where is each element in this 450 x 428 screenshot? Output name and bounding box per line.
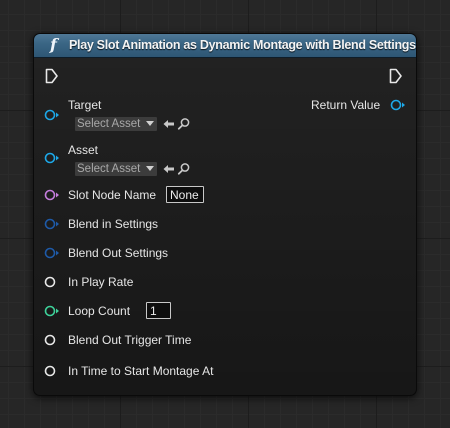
target-pin-label: Target [68, 98, 102, 112]
browse-search-icon[interactable] [177, 162, 191, 176]
use-selected-arrow-icon[interactable] [162, 117, 176, 131]
loop-count-field[interactable]: 1 [146, 302, 171, 319]
node-header[interactable]: f Play Slot Animation as Dynamic Montage… [34, 34, 416, 58]
asset-pin-label: Asset [68, 143, 99, 157]
slot-node-name-field[interactable]: None [166, 186, 204, 203]
loop-count-pin-label: Loop Count [68, 304, 131, 318]
in-time-to-start-montage-at-pin-icon[interactable] [44, 364, 60, 378]
loop-count-pin-icon[interactable] [44, 304, 60, 318]
blueprint-function-node[interactable]: f Play Slot Animation as Dynamic Montage… [33, 33, 417, 396]
return-value-pin-label: Return Value [311, 98, 381, 112]
blend-out-trigger-time-pin-label: Blend Out Trigger Time [68, 333, 192, 347]
target-asset-select[interactable]: Select Asset [75, 117, 157, 131]
exec-out-pin-icon[interactable] [389, 68, 403, 84]
asset-asset-select[interactable]: Select Asset [75, 162, 157, 176]
function-icon: f [50, 35, 57, 54]
target-pin-icon[interactable] [44, 108, 60, 122]
exec-in-pin-icon[interactable] [45, 68, 59, 84]
return-value-pin-icon[interactable] [390, 98, 406, 112]
blend-out-settings-pin-label: Blend Out Settings [68, 246, 169, 260]
in-play-rate-pin-icon[interactable] [44, 275, 60, 289]
browse-search-icon[interactable] [177, 117, 191, 131]
slot-node-name-pin-label: Slot Node Name [68, 188, 157, 202]
blend-in-settings-pin-label: Blend in Settings [68, 217, 159, 231]
blend-in-settings-pin-icon[interactable] [44, 217, 60, 231]
chevron-down-icon [146, 166, 154, 171]
blend-out-settings-pin-icon[interactable] [44, 246, 60, 260]
node-title: Play Slot Animation as Dynamic Montage w… [69, 38, 416, 52]
asset-pin-icon[interactable] [44, 151, 60, 165]
in-play-rate-pin-label: In Play Rate [68, 275, 134, 289]
in-time-to-start-montage-at-pin-label: In Time to Start Montage At [68, 364, 214, 378]
use-selected-arrow-icon[interactable] [162, 162, 176, 176]
slot-node-name-pin-icon[interactable] [44, 188, 60, 202]
blend-out-trigger-time-pin-icon[interactable] [44, 333, 60, 347]
chevron-down-icon [146, 121, 154, 126]
